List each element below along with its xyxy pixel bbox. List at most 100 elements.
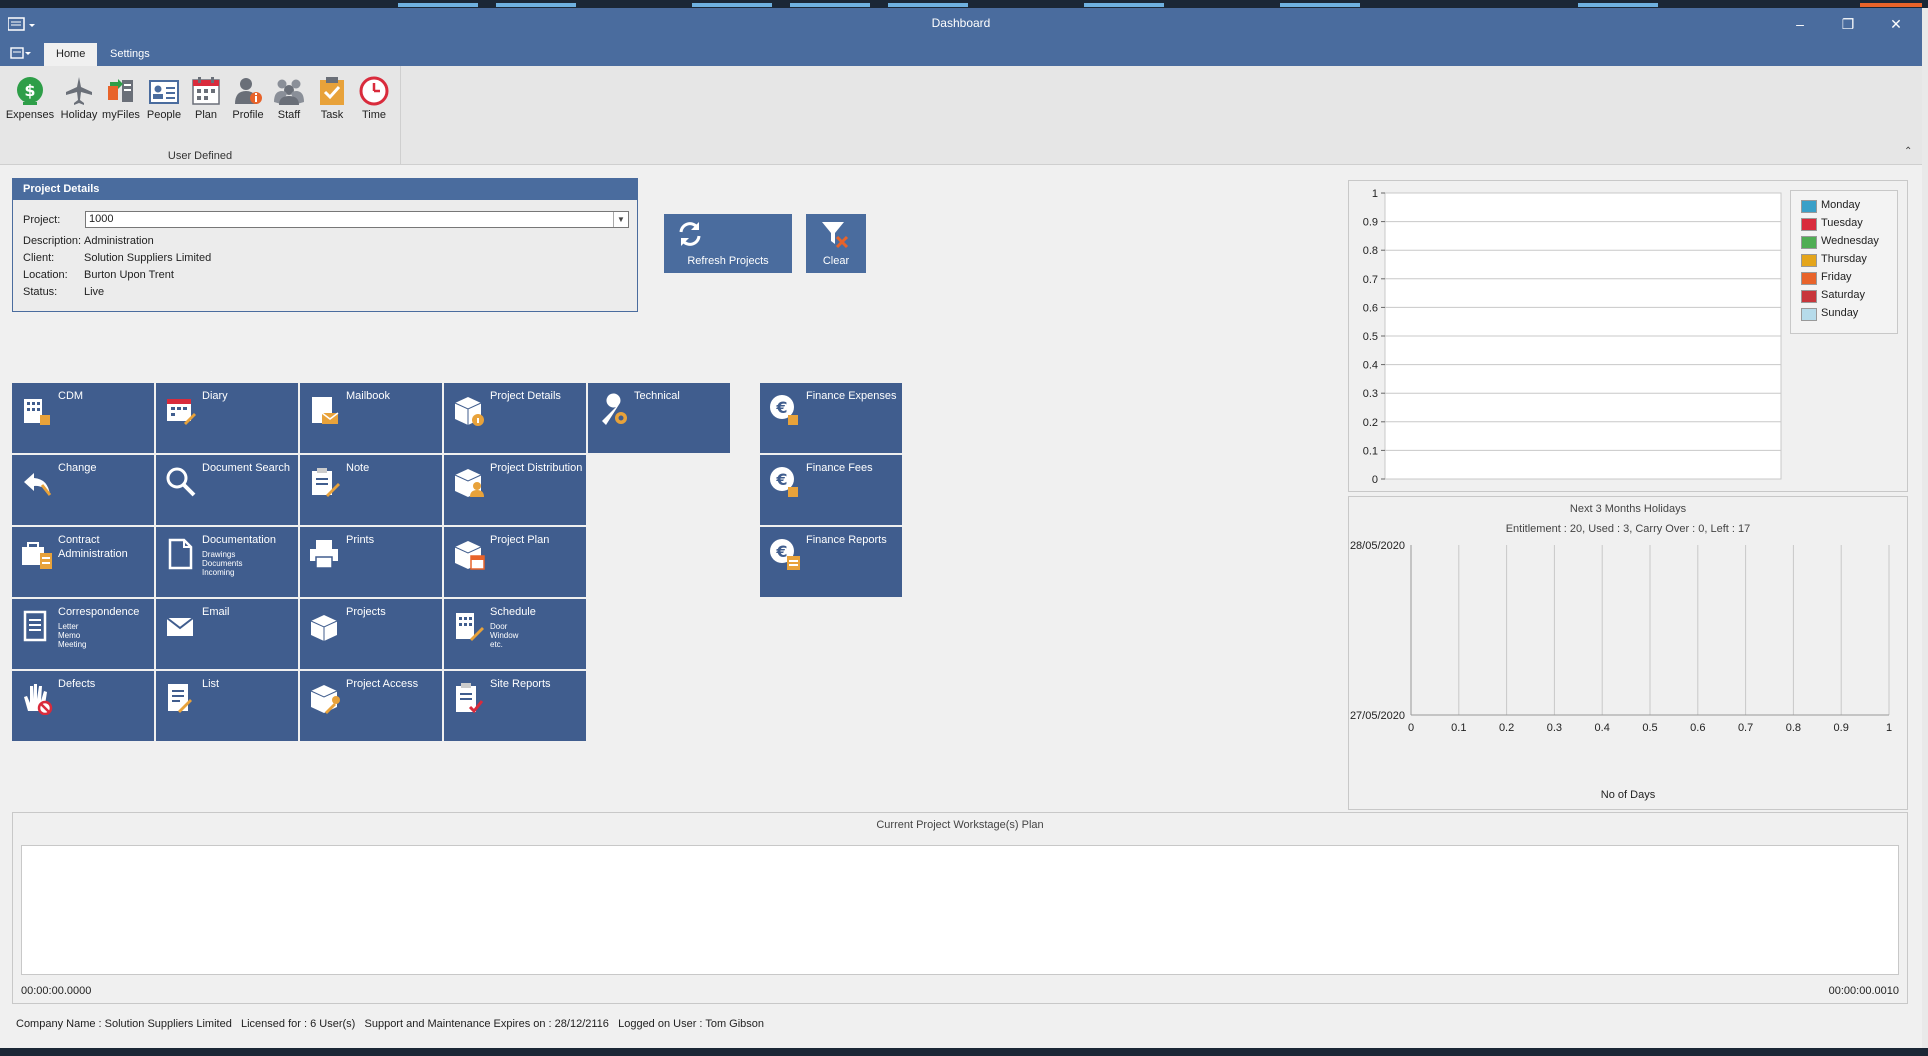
y-tick-label: 0.7	[1363, 274, 1378, 286]
x-tick-label: 0.4	[1595, 722, 1610, 734]
y-tick-label: 0.8	[1363, 245, 1378, 257]
tile-title: Finance Fees	[806, 462, 873, 474]
title-bar: Dashboard – ❐ ✕	[0, 8, 1922, 40]
tile-finance-reports[interactable]: € Finance Reports	[760, 527, 902, 597]
clear-button[interactable]: Clear	[806, 214, 866, 273]
refresh-icon	[679, 222, 701, 246]
holidays-chart-panel: Next 3 Months Holidays Entitlement : 20,…	[1348, 496, 1908, 810]
clear-label: Clear	[822, 255, 850, 267]
vertical-scrollbar[interactable]	[1922, 8, 1928, 1048]
briefcase-doc-icon	[22, 542, 52, 569]
project-details-header: Project Details	[13, 179, 637, 200]
x-tick-label: 0.7	[1738, 722, 1753, 734]
minimize-button[interactable]: –	[1780, 12, 1820, 36]
tile-technical[interactable]: Technical	[588, 383, 730, 453]
holiday-button[interactable]: Holiday	[58, 76, 100, 121]
tile-title: Finance Reports	[806, 534, 887, 546]
tile-contract-administration[interactable]: Contract Administration	[12, 527, 154, 597]
ribbon-tab-bar: Home Settings	[0, 40, 1922, 66]
people-button[interactable]: People	[144, 76, 184, 121]
tile-mailbook[interactable]: Mailbook	[300, 383, 442, 453]
y-tick-label: 0	[1372, 474, 1378, 486]
svg-text:$: $	[24, 81, 35, 100]
staff-button[interactable]: Staff	[270, 76, 308, 121]
legend-swatch	[1801, 218, 1817, 231]
legend-label: Sunday	[1821, 307, 1859, 319]
clock-icon	[359, 76, 389, 106]
project-select-value: 1000	[89, 213, 114, 225]
tile-change[interactable]: Change	[12, 455, 154, 525]
clear-filter-icon	[822, 222, 849, 249]
tile-diary[interactable]: Diary	[156, 383, 298, 453]
tile-project-plan[interactable]: Project Plan	[444, 527, 586, 597]
tile-title: List	[202, 678, 220, 690]
tab-settings[interactable]: Settings	[98, 43, 162, 66]
collapse-ribbon-icon[interactable]: ⌃	[1904, 146, 1912, 157]
magnifier-icon	[166, 467, 196, 497]
ribbon-menu-icon[interactable]	[10, 46, 32, 63]
tile-title: Project Plan	[490, 534, 550, 546]
clipboard-check-icon	[320, 77, 344, 105]
tile-title: Correspondence	[58, 606, 140, 618]
y-tick-label: 0.1	[1363, 445, 1378, 457]
euro-coin-icon: €	[770, 395, 798, 425]
profile-button[interactable]: Profile	[228, 76, 268, 121]
tile-schedule[interactable]: Schedule Door Window etc.	[444, 599, 586, 669]
restore-button[interactable]: ❐	[1828, 12, 1868, 36]
y-tick-label: 0.4	[1363, 360, 1378, 372]
ribbon-button-label: Plan	[194, 109, 218, 121]
tile-project-distribution[interactable]: Project Distribution	[444, 455, 586, 525]
project-label: Project:	[23, 214, 61, 226]
tile-email[interactable]: Email	[156, 599, 298, 669]
task-button[interactable]: Task	[314, 76, 350, 121]
tile-finance-fees[interactable]: € Finance Fees	[760, 455, 902, 525]
tile-list[interactable]: List	[156, 671, 298, 741]
tile-note[interactable]: Note	[300, 455, 442, 525]
ribbon-button-label: Time	[361, 109, 387, 121]
legend-label: Monday	[1821, 199, 1861, 211]
euro-report-icon: €	[770, 539, 800, 570]
tile-site-reports[interactable]: Site Reports	[444, 671, 586, 741]
project-select[interactable]: 1000 ▼	[85, 211, 629, 228]
legend-swatch	[1801, 236, 1817, 249]
tile-finance-expenses[interactable]: € Finance Expenses	[760, 383, 902, 453]
chevron-down-icon[interactable]: ▼	[613, 212, 628, 227]
hand-stop-icon	[24, 684, 53, 715]
tile-projects[interactable]: Projects	[300, 599, 442, 669]
status-value: Live	[84, 286, 105, 298]
myfiles-button[interactable]: myFiles	[100, 76, 142, 121]
refresh-projects-button[interactable]: Refresh Projects	[664, 214, 792, 273]
weekday-chart-legend: Monday Tuesday Wednesday Thursday Friday…	[1790, 190, 1898, 334]
tile-correspondence[interactable]: Correspondence Letter Memo Meeting	[12, 599, 154, 669]
tile-prints[interactable]: Prints	[300, 527, 442, 597]
close-button[interactable]: ✕	[1876, 12, 1916, 36]
status-user: Logged on User : Tom Gibson	[618, 1018, 765, 1030]
time-button[interactable]: Time	[356, 76, 392, 121]
ribbon-button-label: People	[146, 109, 182, 121]
refresh-projects-label: Refresh Projects	[687, 255, 769, 267]
y-tick-label: 0.2	[1363, 417, 1378, 429]
client-label: Client:	[23, 252, 55, 264]
tile-title: Site Reports	[490, 678, 551, 690]
tile-project-access[interactable]: Project Access	[300, 671, 442, 741]
tile-document-search[interactable]: Document Search	[156, 455, 298, 525]
description-value: Administration	[84, 235, 154, 247]
tile-defects[interactable]: Defects	[12, 671, 154, 741]
tile-cdm[interactable]: CDM	[12, 383, 154, 453]
tile-project-details[interactable]: Project Details	[444, 383, 586, 453]
svg-text:€: €	[775, 398, 787, 417]
tile-subtitle: etc.	[490, 640, 503, 649]
tile-title: Document Search	[202, 462, 291, 474]
status-support: Support and Maintenance Expires on : 28/…	[364, 1018, 609, 1030]
user-info-icon	[235, 78, 262, 104]
tab-home[interactable]: Home	[44, 43, 98, 66]
plan-button[interactable]: Plan	[188, 76, 224, 121]
tile-documentation[interactable]: Documentation Drawings Documents Incoming	[156, 527, 298, 597]
tile-subtitle: Memo	[58, 631, 81, 640]
box-info-icon	[454, 397, 484, 426]
expenses-button[interactable]: $ Expenses	[4, 76, 56, 121]
tile-title: Defects	[58, 678, 96, 690]
legend-label: Wednesday	[1821, 235, 1879, 247]
tile-title: Project Access	[346, 678, 419, 690]
ribbon-group-label: User Defined	[167, 150, 233, 162]
